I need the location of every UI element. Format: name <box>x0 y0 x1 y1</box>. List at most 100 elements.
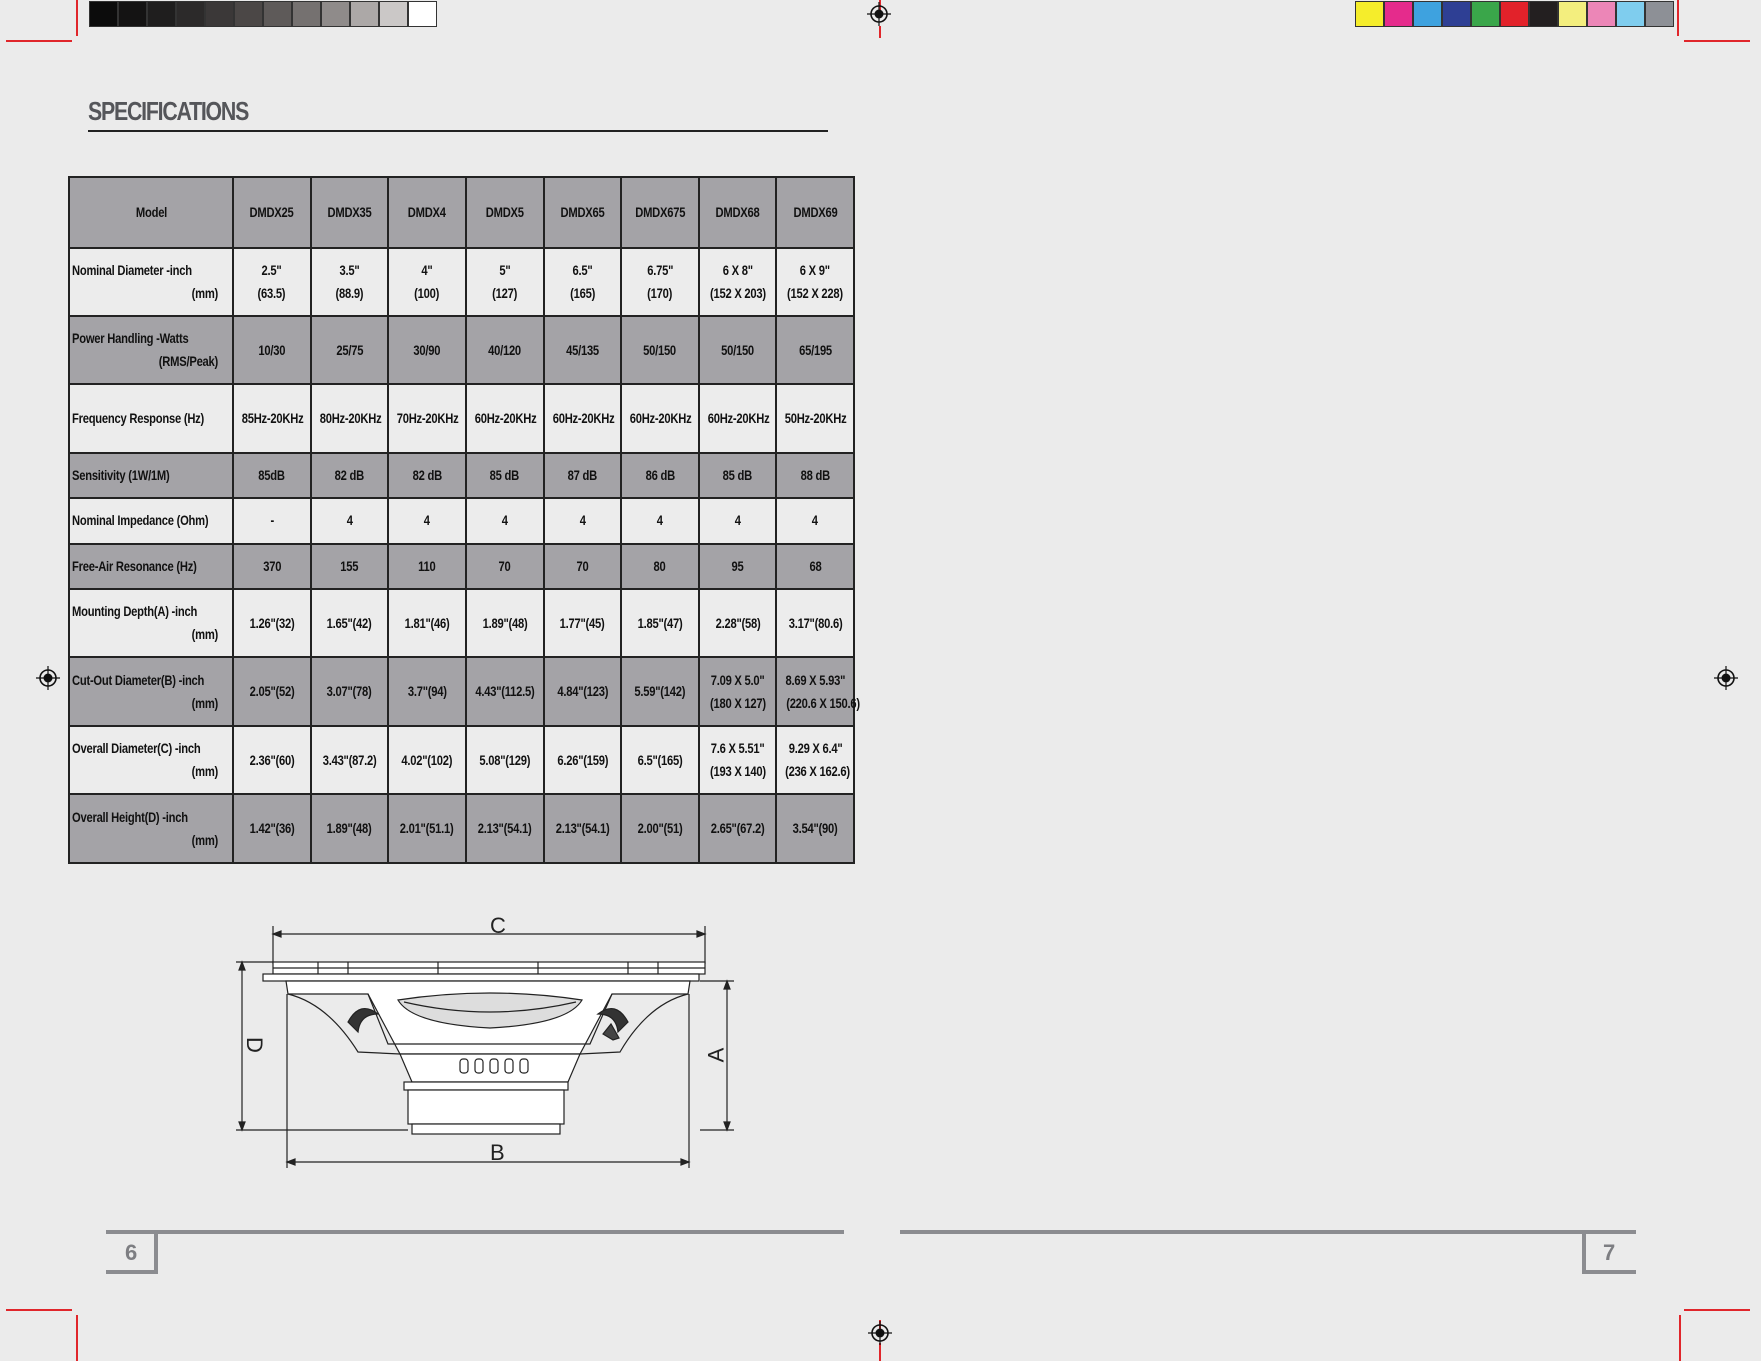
row-label: Cut-Out Diameter(B) -inch <box>72 671 205 688</box>
color-swatch <box>1529 1 1558 27</box>
header-cell-model-name: DMDX35 <box>309 176 390 249</box>
footer-bracket-left-h <box>106 1270 158 1274</box>
table-cell: 2.13"(54.1) <box>542 793 623 864</box>
table-cell: 1.89"(48) <box>464 587 545 659</box>
table-cell: 50Hz-20KHz <box>775 383 855 454</box>
header-cell-model-name: DMDX5 <box>464 176 545 249</box>
table-cell: 80 <box>620 542 700 590</box>
cell-value: 60Hz-20KHz <box>552 410 614 427</box>
row-label: Overall Diameter(C) -inch <box>72 740 201 757</box>
crop-mark <box>76 0 78 36</box>
table-cell: 6 X 9" (152 X 228) <box>775 246 855 317</box>
dimension-label-a: A <box>703 1047 729 1063</box>
color-swatch <box>1616 1 1645 27</box>
cell-value: 9.29 X 6.4" <box>788 740 843 757</box>
cell-value: 82 dB <box>412 467 442 484</box>
cell-value: 3.5" <box>339 261 360 278</box>
row-label-unit: (mm) <box>191 831 219 848</box>
table-cell: 1.42"(36) <box>232 793 312 864</box>
cell-value: 6.75" <box>646 261 673 278</box>
row-label-cell: Overall Diameter(C) -inch (mm) <box>68 724 234 796</box>
table-cell: 25/75 <box>309 314 390 386</box>
table-row: Mounting Depth(A) -inch (mm) 1.26"(32) 1.65… <box>68 587 855 659</box>
row-label: Overall Height(D) -inch <box>72 808 188 825</box>
cell-value: 1.81"(46) <box>404 614 450 631</box>
cell-value: 60Hz-20KHz <box>474 410 537 427</box>
cell-value: 4 <box>656 512 663 529</box>
table-cell: 1.89"(48) <box>309 793 390 864</box>
color-swatch <box>1384 1 1413 27</box>
table-cell: 82 dB <box>387 451 467 500</box>
table-cell: 4.84"(123) <box>542 656 623 727</box>
row-label: Nominal Diameter -inch <box>72 261 192 278</box>
cell-value: (193 X 140) <box>709 763 766 780</box>
table-cell: 7.6 X 5.51" (193 X 140) <box>697 724 778 796</box>
cell-value: 4 <box>579 512 586 529</box>
table-row: Nominal Diameter -inch (mm) 2.5" (63.5) 3.5"… <box>68 246 855 317</box>
cell-value: 2.13"(54.1) <box>555 820 610 837</box>
page-title: SPECIFICATIONS <box>88 96 249 126</box>
row-label-cell: Free-Air Resonance (Hz) <box>68 542 234 590</box>
color-swatch <box>1587 1 1616 27</box>
row-label-unit: (mm) <box>191 763 219 780</box>
color-swatch <box>1500 1 1529 27</box>
header-cell-model-name: DMDX69 <box>775 176 855 249</box>
row-label: Mounting Depth(A) -inch <box>72 603 198 620</box>
gray-swatch <box>321 1 350 27</box>
cell-value: 4 <box>424 512 431 529</box>
table-cell: 3.07"(78) <box>309 656 390 727</box>
dimension-label-b: B <box>490 1140 505 1165</box>
table-cell: 85dB <box>232 451 312 500</box>
table-cell: 10/30 <box>232 314 312 386</box>
table-cell: 9.29 X 6.4" (236 X 162.6) <box>775 724 855 796</box>
table-cell: - <box>232 497 312 545</box>
cell-value: 86 dB <box>645 467 675 484</box>
table-cell: 65/195 <box>775 314 855 386</box>
row-label-cell: Frequency Response (Hz) <box>68 383 234 454</box>
specifications-table: Model DMDX25 DMDX35 DMDX4 DMDX5 DMDX65 DMDX675… <box>68 176 860 864</box>
cell-value: 2.13"(54.1) <box>477 820 532 837</box>
table-cell: 2.36"(60) <box>232 724 312 796</box>
color-swatch <box>1645 1 1674 27</box>
cell-value: 2.05"(52) <box>249 683 295 700</box>
cell-value: 60Hz-20KHz <box>629 410 692 427</box>
header-cell-model-name: DMDX68 <box>697 176 778 249</box>
table-row: Frequency Response (Hz) 85Hz-20KHz 80Hz-20… <box>68 383 855 454</box>
row-label-unit: (RMS/Peak) <box>158 353 218 370</box>
cell-value: 7.09 X 5.0" <box>710 671 765 688</box>
table-cell: 3.43"(87.2) <box>309 724 390 796</box>
gray-swatch <box>205 1 234 27</box>
gray-swatch <box>292 1 321 27</box>
table-cell: 40/120 <box>464 314 545 386</box>
header-text: DMDX675 <box>634 203 685 220</box>
header-text: Model <box>135 203 167 220</box>
cell-value: 70 <box>498 557 511 574</box>
cell-value: 80Hz-20KHz <box>319 410 382 427</box>
cell-value: (236 X 162.6) <box>785 763 851 780</box>
table-cell: 50/150 <box>620 314 700 386</box>
speaker-dimension-diagram <box>236 926 734 1168</box>
cell-value: 155 <box>340 557 359 574</box>
table-cell: 4 <box>542 497 623 545</box>
table-row: Overall Diameter(C) -inch (mm) 2.36"(60) 3.… <box>68 724 855 796</box>
table-cell: 2.05"(52) <box>232 656 312 727</box>
table-cell: 8.69 X 5.93" (220.6 X 150.6) <box>775 656 860 727</box>
cell-value: 6.5" <box>572 261 593 278</box>
cell-value: 5.59"(142) <box>634 683 686 700</box>
gray-swatch <box>350 1 379 27</box>
table-cell: 4.02"(102) <box>387 724 467 796</box>
cell-value: 6 X 8" <box>722 261 753 278</box>
page-number-left: 6 <box>125 1240 138 1265</box>
table-cell: 2.01"(51.1) <box>387 793 467 864</box>
cell-value: 2.28"(58) <box>715 614 760 631</box>
cell-value: 1.89"(48) <box>482 614 528 631</box>
cell-value: 4" <box>421 261 433 278</box>
table-cell: 50/150 <box>697 314 778 386</box>
row-label-unit: (mm) <box>191 694 219 711</box>
table-cell: 86 dB <box>620 451 700 500</box>
cell-value: 6 X 9" <box>800 261 831 278</box>
color-swatch <box>1413 1 1442 27</box>
cell-value: 25/75 <box>336 341 363 358</box>
table-cell: 5.08"(129) <box>464 724 545 796</box>
cell-value: 82 dB <box>334 467 365 484</box>
